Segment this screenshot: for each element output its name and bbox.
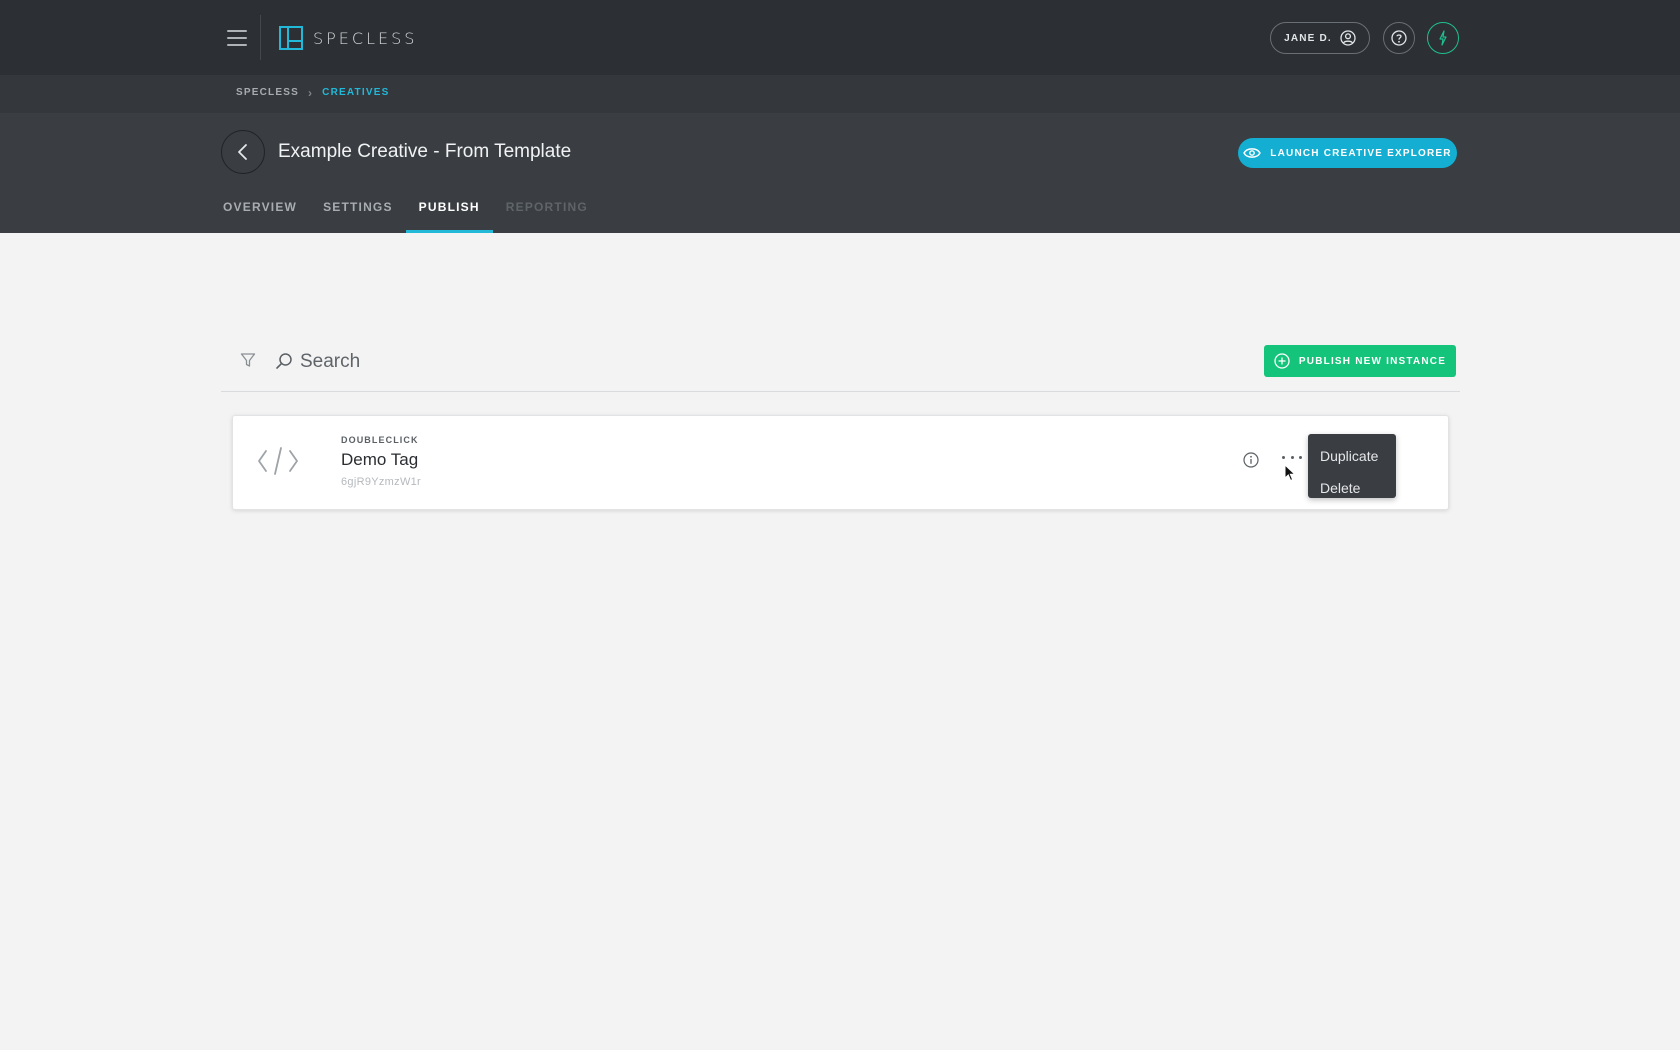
publish-label: PUBLISH NEW INSTANCE — [1298, 355, 1447, 367]
hamburger-menu-icon[interactable] — [227, 30, 247, 46]
context-menu: Duplicate Delete — [1308, 434, 1396, 498]
launch-label: LAUNCH CREATIVE EXPLORER — [1270, 147, 1452, 159]
help-icon — [1391, 30, 1407, 46]
breadcrumb: SPECLESS › CREATIVES — [236, 85, 389, 100]
back-button[interactable] — [221, 130, 265, 174]
page-title: Example Creative - From Template — [278, 141, 572, 162]
help-button[interactable] — [1383, 22, 1415, 54]
tab-bar: OVERVIEW SETTINGS PUBLISH REPORTING — [210, 191, 601, 233]
instance-id: 6gjR9YzmzW1r — [341, 476, 422, 488]
app-logo[interactable]: SPECLESS — [279, 25, 417, 51]
launch-creative-explorer-button[interactable]: LAUNCH CREATIVE EXPLORER — [1238, 138, 1457, 168]
search-input[interactable] — [300, 349, 800, 375]
chevron-left-icon — [238, 144, 247, 160]
instance-name: Demo Tag — [341, 450, 419, 469]
menu-item-duplicate[interactable]: Duplicate — [1308, 440, 1396, 472]
filter-icon[interactable] — [240, 352, 256, 368]
publish-new-instance-button[interactable]: PUBLISH NEW INSTANCE — [1264, 345, 1456, 377]
divider — [221, 391, 1460, 392]
tab-settings[interactable]: SETTINGS — [310, 191, 406, 233]
bolt-icon — [1439, 30, 1447, 46]
tab-reporting: REPORTING — [505, 200, 588, 214]
specless-logo-icon — [279, 26, 303, 50]
user-name: JANE D. — [1284, 32, 1332, 44]
user-avatar-icon — [1340, 30, 1356, 46]
info-icon[interactable] — [1243, 452, 1259, 468]
instance-card[interactable]: DOUBLECLICK Demo Tag 6gjR9YzmzW1r Duplic… — [232, 415, 1449, 510]
breadcrumb-current-link[interactable]: CREATIVES — [322, 87, 389, 98]
tab-overview[interactable]: OVERVIEW — [210, 191, 310, 233]
activity-button[interactable] — [1427, 22, 1459, 54]
breadcrumb-bar: SPECLESS › CREATIVES — [0, 75, 1680, 113]
mouse-cursor-icon — [1284, 464, 1296, 482]
tab-publish[interactable]: PUBLISH — [405, 191, 493, 233]
breadcrumb-root-link[interactable]: SPECLESS — [236, 87, 299, 98]
eye-icon — [1243, 148, 1262, 158]
divider — [260, 15, 261, 60]
top-bar: SPECLESS JANE D. — [0, 0, 1680, 75]
plus-circle-icon — [1274, 353, 1290, 369]
menu-item-delete[interactable]: Delete — [1308, 472, 1396, 504]
page-header: Example Creative - From Template LAUNCH … — [0, 113, 1680, 233]
app-name: SPECLESS — [313, 28, 418, 48]
user-menu-button[interactable]: JANE D. — [1270, 22, 1370, 54]
more-options-icon[interactable] — [1282, 449, 1302, 465]
search-icon — [276, 353, 292, 369]
chevron-right-icon: › — [307, 85, 314, 100]
code-icon — [258, 447, 298, 475]
instance-platform: DOUBLECLICK — [341, 435, 419, 445]
